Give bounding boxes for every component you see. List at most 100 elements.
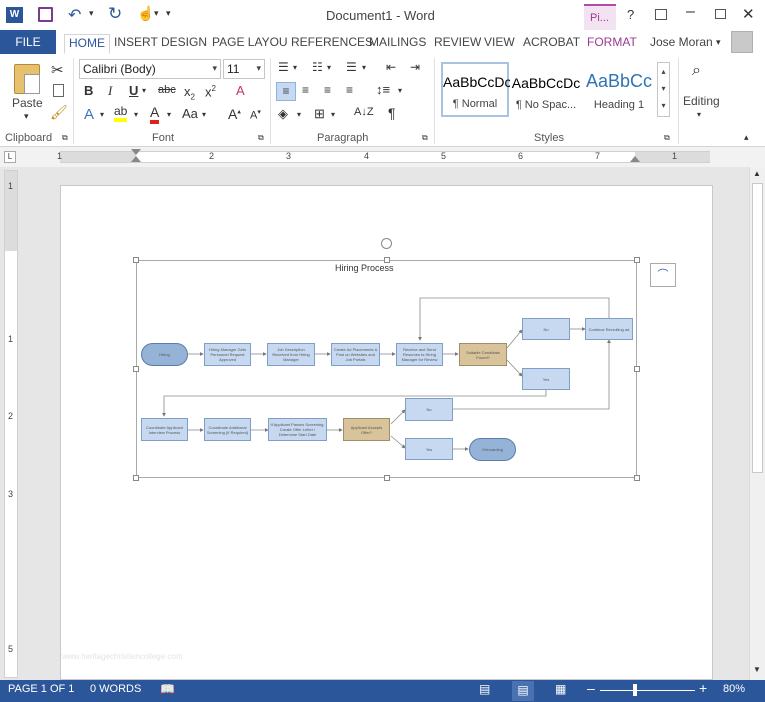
line-spacing-icon[interactable]: ↕≡ <box>376 82 390 97</box>
touch-mode-icon[interactable]: ☝ <box>137 5 154 22</box>
flow-node-personnel-request[interactable]: Hiring Manager Gets Personnel Request Ap… <box>204 343 251 366</box>
line-spacing-dropdown-icon[interactable]: ▾ <box>398 86 402 95</box>
horizontal-ruler[interactable]: L 1 2 3 4 5 6 7 1 <box>0 147 765 167</box>
scroll-up-icon[interactable]: ▲ <box>753 169 761 178</box>
format-painter-icon[interactable]: 🖌 <box>50 104 68 121</box>
shrink-font-icon[interactable]: A▾ <box>250 108 261 122</box>
word-count[interactable]: 0 WORDS <box>90 683 141 695</box>
strikethrough-icon[interactable]: abc <box>158 84 176 96</box>
show-formatting-icon[interactable]: ¶ <box>388 105 396 121</box>
styles-launcher-icon[interactable]: ⧉ <box>664 133 670 143</box>
tab-page-layout[interactable]: PAGE LAYOU <box>208 34 292 54</box>
read-mode-icon[interactable]: ▤ <box>479 682 490 696</box>
change-case-dropdown-icon[interactable]: ▾ <box>202 110 206 119</box>
tab-review[interactable]: REVIEW <box>430 34 485 54</box>
zoom-slider-thumb[interactable] <box>633 684 637 696</box>
styles-scroll[interactable]: ▴ ▾ ▾ <box>657 62 670 117</box>
multilevel-dropdown-icon[interactable]: ▾ <box>362 63 366 72</box>
font-color-dropdown-icon[interactable]: ▾ <box>167 110 171 119</box>
flow-node-onboarding[interactable]: Onboarding <box>469 438 516 461</box>
customize-qat-icon[interactable]: ▾ <box>166 8 171 19</box>
minimize-icon[interactable]: – <box>686 3 695 21</box>
flow-node-accepts-offer[interactable]: Applicant Accepts Offer? <box>343 418 390 441</box>
editing-label[interactable]: Editing <box>683 94 720 108</box>
vertical-ruler[interactable]: 1 1 2 3 5 <box>4 170 18 678</box>
font-size-dropdown-icon[interactable]: ▾ <box>256 63 261 74</box>
flow-node-interview-process[interactable]: Coordinate Applicant Interview Process <box>141 418 188 441</box>
print-layout-icon[interactable]: ▤ <box>512 681 534 701</box>
save-icon[interactable] <box>38 7 53 22</box>
clear-formatting-icon[interactable]: A <box>236 83 245 98</box>
style-normal[interactable]: AaBbCcDc ¶ Normal <box>441 62 511 117</box>
binoculars-icon[interactable]: ⌕ <box>692 62 701 80</box>
close-icon[interactable]: ✕ <box>742 5 755 23</box>
bullets-dropdown-icon[interactable]: ▾ <box>293 63 297 72</box>
align-center-icon[interactable]: ≡ <box>302 83 309 97</box>
underline-dropdown-icon[interactable]: ▾ <box>142 86 146 95</box>
hanging-indent-marker[interactable] <box>131 156 141 162</box>
italic-icon[interactable]: I <box>108 83 112 99</box>
scroll-down-icon[interactable]: ▼ <box>753 665 761 674</box>
flow-node-ad-placements[interactable]: Create Ad Placements & Post on Websites … <box>331 343 380 366</box>
ribbon-display-icon[interactable] <box>655 9 667 20</box>
font-launcher-icon[interactable]: ⧉ <box>258 133 264 143</box>
flow-node-yes-1[interactable]: Yes <box>522 368 570 390</box>
flow-node-yes-2[interactable]: Yes <box>405 438 453 460</box>
tab-mailings[interactable]: MAILINGS <box>365 34 430 54</box>
tab-view[interactable]: VIEW <box>480 34 519 54</box>
scroll-thumb[interactable] <box>752 183 763 473</box>
flow-node-send-resumes[interactable]: Receive and Send Resumes to Hiring Manag… <box>396 343 443 366</box>
context-tab-picture[interactable]: Pi... <box>584 4 616 30</box>
grow-font-icon[interactable]: A▴ <box>228 106 241 122</box>
align-right-icon[interactable]: ≡ <box>324 83 331 97</box>
bold-icon[interactable]: B <box>84 83 93 98</box>
text-effects-dropdown-icon[interactable]: ▾ <box>100 110 104 119</box>
editing-dropdown-icon[interactable]: ▾ <box>697 110 701 119</box>
borders-dropdown-icon[interactable]: ▾ <box>331 110 335 119</box>
bullets-icon[interactable]: ☰ <box>278 60 289 74</box>
touch-dropdown-icon[interactable]: ▾ <box>154 8 159 19</box>
flow-node-hiring[interactable]: Hiring <box>141 343 188 366</box>
font-name-dropdown-icon[interactable]: ▾ <box>212 63 217 74</box>
flow-node-no-2[interactable]: No <box>405 398 453 421</box>
underline-icon[interactable]: U <box>129 83 138 98</box>
change-case-icon[interactable]: Aa <box>182 106 198 121</box>
zoom-out-icon[interactable]: – <box>587 680 595 696</box>
superscript-icon[interactable]: x2 <box>205 84 216 99</box>
tab-selector-icon[interactable]: L <box>4 151 16 163</box>
highlight-dropdown-icon[interactable]: ▾ <box>134 110 138 119</box>
maximize-icon[interactable] <box>715 9 726 19</box>
highlight-icon[interactable]: ab <box>114 104 128 122</box>
sort-icon[interactable]: A↓Z <box>354 106 374 118</box>
tab-references[interactable]: REFERENCES <box>287 34 377 54</box>
style-no-spacing[interactable]: AaBbCcDc ¶ No Spac... <box>510 62 582 117</box>
word-logo-icon[interactable]: W <box>6 7 23 23</box>
paste-button-label[interactable]: Paste <box>12 96 43 110</box>
page-count[interactable]: PAGE 1 OF 1 <box>8 683 74 695</box>
avatar[interactable] <box>731 31 753 53</box>
zoom-slider[interactable] <box>600 690 695 691</box>
right-indent-marker[interactable] <box>630 156 640 162</box>
flow-node-offer-letter[interactable]: If Applicant Passes Screening, Create Of… <box>268 418 327 441</box>
user-dropdown-icon[interactable]: ▾ <box>716 37 721 48</box>
user-name[interactable]: Jose Moran <box>650 35 713 49</box>
justify-icon[interactable]: ≡ <box>346 83 353 97</box>
align-left-icon[interactable]: ≡ <box>276 82 296 101</box>
flow-node-job-description[interactable]: Job Description Received from Hiring Man… <box>267 343 315 366</box>
decrease-indent-icon[interactable]: ⇤ <box>386 60 396 74</box>
vertical-scrollbar[interactable]: ▲ ▼ <box>749 167 765 680</box>
zoom-in-icon[interactable]: + <box>699 680 707 696</box>
tab-home[interactable]: HOME <box>64 34 110 54</box>
redo-icon[interactable]: ↻ <box>108 4 122 24</box>
tab-design[interactable]: DESIGN <box>157 34 211 54</box>
tab-insert[interactable]: INSERT <box>110 34 162 54</box>
increase-indent-icon[interactable]: ⇥ <box>410 60 420 74</box>
undo-icon[interactable]: ↶ <box>68 5 81 25</box>
tab-acrobat[interactable]: ACROBAT <box>519 34 584 54</box>
web-layout-icon[interactable]: ▦ <box>555 682 566 696</box>
proofing-icon[interactable]: 📖 <box>160 682 175 696</box>
font-color-icon[interactable]: A <box>150 104 160 124</box>
help-icon[interactable]: ? <box>627 7 634 22</box>
collapse-ribbon-icon[interactable]: ▴ <box>744 132 749 143</box>
cut-icon[interactable]: ✂ <box>51 61 64 79</box>
